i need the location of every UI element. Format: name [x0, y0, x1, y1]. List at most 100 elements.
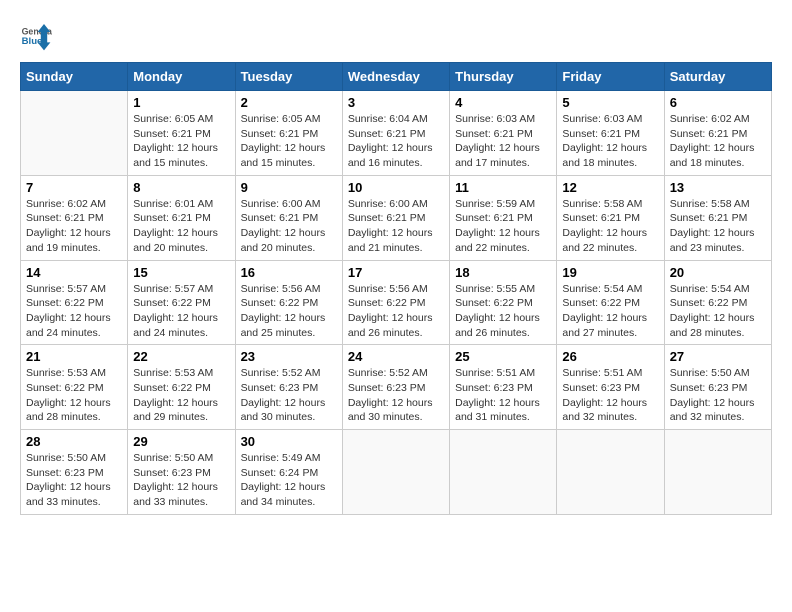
calendar-week-4: 21 Sunrise: 5:53 AMSunset: 6:22 PMDayligh… [21, 345, 772, 430]
day-number: 30 [241, 434, 337, 449]
page-header: General Blue [20, 20, 772, 52]
day-info: Sunrise: 5:55 AMSunset: 6:22 PMDaylight:… [455, 282, 551, 341]
calendar-cell: 7Sunrise: 6:02 AMSunset: 6:21 PMDaylight… [21, 175, 128, 260]
weekday-header-sunday: Sunday [21, 63, 128, 91]
calendar-cell: 1Sunrise: 6:05 AMSunset: 6:21 PMDaylight… [128, 91, 235, 176]
day-number: 21 [26, 349, 122, 364]
day-number: 4 [455, 95, 551, 110]
calendar-cell: 24Sunrise: 5:52 AMSunset: 6:23 PMDayligh… [342, 345, 449, 430]
day-number: 2 [241, 95, 337, 110]
calendar-cell: 3 Sunrise: 6:04 AMSunset: 6:21 PMDaylight… [342, 91, 449, 176]
calendar-cell: 26Sunrise: 5:51 AMSunset: 6:23 PMDayligh… [557, 345, 664, 430]
day-number: 23 [241, 349, 337, 364]
calendar-cell: 21 Sunrise: 5:53 AMSunset: 6:22 PMDayligh… [21, 345, 128, 430]
day-info: Sunrise: 5:59 AMSunset: 6:21 PMDaylight:… [455, 197, 551, 256]
day-number: 18 [455, 265, 551, 280]
day-info: Sunrise: 5:50 AMSunset: 6:23 PMDaylight:… [26, 451, 122, 510]
day-info: Sunrise: 5:53 AMSunset: 6:22 PMDaylight:… [26, 366, 122, 425]
calendar-cell: 9Sunrise: 6:00 AMSunset: 6:21 PMDaylight… [235, 175, 342, 260]
calendar-cell: 5 Sunrise: 6:03 AMSunset: 6:21 PMDaylight… [557, 91, 664, 176]
day-info: Sunrise: 5:52 AMSunset: 6:23 PMDaylight:… [241, 366, 337, 425]
weekday-header-wednesday: Wednesday [342, 63, 449, 91]
calendar-cell: 13 Sunrise: 5:58 AMSunset: 6:21 PMDayligh… [664, 175, 771, 260]
calendar-cell: 25 Sunrise: 5:51 AMSunset: 6:23 PMDayligh… [450, 345, 557, 430]
calendar-cell: 12 Sunrise: 5:58 AMSunset: 6:21 PMDayligh… [557, 175, 664, 260]
calendar-cell: 8 Sunrise: 6:01 AMSunset: 6:21 PMDaylight… [128, 175, 235, 260]
day-number: 15 [133, 265, 229, 280]
calendar-cell [21, 91, 128, 176]
day-info: Sunrise: 5:50 AMSunset: 6:23 PMDaylight:… [133, 451, 229, 510]
day-info: Sunrise: 6:05 AMSunset: 6:21 PMDaylight:… [241, 112, 337, 171]
day-info: Sunrise: 6:04 AMSunset: 6:21 PMDaylight:… [348, 112, 444, 171]
day-info: Sunrise: 6:00 AMSunset: 6:21 PMDaylight:… [241, 197, 337, 256]
calendar-cell: 14 Sunrise: 5:57 AMSunset: 6:22 PMDayligh… [21, 260, 128, 345]
calendar-cell: 18 Sunrise: 5:55 AMSunset: 6:22 PMDayligh… [450, 260, 557, 345]
weekday-header-saturday: Saturday [664, 63, 771, 91]
day-number: 17 [348, 265, 444, 280]
day-info: Sunrise: 5:56 AMSunset: 6:22 PMDaylight:… [241, 282, 337, 341]
day-number: 26 [562, 349, 658, 364]
day-number: 27 [670, 349, 766, 364]
day-info: Sunrise: 5:57 AMSunset: 6:22 PMDaylight:… [26, 282, 122, 341]
calendar-cell: 20 Sunrise: 5:54 AMSunset: 6:22 PMDayligh… [664, 260, 771, 345]
calendar-cell: 17Sunrise: 5:56 AMSunset: 6:22 PMDayligh… [342, 260, 449, 345]
weekday-header-monday: Monday [128, 63, 235, 91]
day-info: Sunrise: 5:50 AMSunset: 6:23 PMDaylight:… [670, 366, 766, 425]
day-info: Sunrise: 5:54 AMSunset: 6:22 PMDaylight:… [562, 282, 658, 341]
day-number: 5 [562, 95, 658, 110]
day-number: 16 [241, 265, 337, 280]
calendar-cell: 10 Sunrise: 6:00 AMSunset: 6:21 PMDayligh… [342, 175, 449, 260]
day-info: Sunrise: 6:03 AMSunset: 6:21 PMDaylight:… [562, 112, 658, 171]
day-info: Sunrise: 6:02 AMSunset: 6:21 PMDaylight:… [670, 112, 766, 171]
logo: General Blue [20, 20, 52, 52]
day-number: 6 [670, 95, 766, 110]
calendar-week-3: 14 Sunrise: 5:57 AMSunset: 6:22 PMDayligh… [21, 260, 772, 345]
day-number: 28 [26, 434, 122, 449]
day-number: 20 [670, 265, 766, 280]
calendar-body: 1Sunrise: 6:05 AMSunset: 6:21 PMDaylight… [21, 91, 772, 515]
calendar-week-5: 28 Sunrise: 5:50 AMSunset: 6:23 PMDayligh… [21, 430, 772, 515]
calendar-week-2: 7Sunrise: 6:02 AMSunset: 6:21 PMDaylight… [21, 175, 772, 260]
calendar-cell [342, 430, 449, 515]
svg-text:Blue: Blue [22, 36, 43, 47]
calendar-cell: 15 Sunrise: 5:57 AMSunset: 6:22 PMDayligh… [128, 260, 235, 345]
calendar-cell: 16 Sunrise: 5:56 AMSunset: 6:22 PMDayligh… [235, 260, 342, 345]
calendar-cell [557, 430, 664, 515]
day-number: 8 [133, 180, 229, 195]
day-number: 24 [348, 349, 444, 364]
day-info: Sunrise: 6:02 AMSunset: 6:21 PMDaylight:… [26, 197, 122, 256]
day-number: 13 [670, 180, 766, 195]
day-info: Sunrise: 5:51 AMSunset: 6:23 PMDaylight:… [455, 366, 551, 425]
day-number: 11 [455, 180, 551, 195]
calendar-cell: 29 Sunrise: 5:50 AMSunset: 6:23 PMDayligh… [128, 430, 235, 515]
day-number: 22 [133, 349, 229, 364]
calendar-week-1: 1Sunrise: 6:05 AMSunset: 6:21 PMDaylight… [21, 91, 772, 176]
weekday-header-thursday: Thursday [450, 63, 557, 91]
calendar-cell: 30 Sunrise: 5:49 AMSunset: 6:24 PMDayligh… [235, 430, 342, 515]
calendar-header: SundayMondayTuesdayWednesdayThursdayFrid… [21, 63, 772, 91]
calendar-cell: 4 Sunrise: 6:03 AMSunset: 6:21 PMDaylight… [450, 91, 557, 176]
calendar-cell: 6 Sunrise: 6:02 AMSunset: 6:21 PMDaylight… [664, 91, 771, 176]
day-number: 29 [133, 434, 229, 449]
calendar-cell [450, 430, 557, 515]
day-number: 12 [562, 180, 658, 195]
calendar-cell: 22Sunrise: 5:53 AMSunset: 6:22 PMDayligh… [128, 345, 235, 430]
day-number: 10 [348, 180, 444, 195]
calendar-cell: 28 Sunrise: 5:50 AMSunset: 6:23 PMDayligh… [21, 430, 128, 515]
day-number: 19 [562, 265, 658, 280]
day-info: Sunrise: 5:57 AMSunset: 6:22 PMDaylight:… [133, 282, 229, 341]
calendar-cell: 2 Sunrise: 6:05 AMSunset: 6:21 PMDaylight… [235, 91, 342, 176]
calendar-cell: 19 Sunrise: 5:54 AMSunset: 6:22 PMDayligh… [557, 260, 664, 345]
day-info: Sunrise: 6:01 AMSunset: 6:21 PMDaylight:… [133, 197, 229, 256]
day-info: Sunrise: 6:00 AMSunset: 6:21 PMDaylight:… [348, 197, 444, 256]
day-info: Sunrise: 6:05 AMSunset: 6:21 PMDaylight:… [133, 112, 229, 171]
day-info: Sunrise: 5:58 AMSunset: 6:21 PMDaylight:… [670, 197, 766, 256]
day-info: Sunrise: 5:54 AMSunset: 6:22 PMDaylight:… [670, 282, 766, 341]
day-info: Sunrise: 5:58 AMSunset: 6:21 PMDaylight:… [562, 197, 658, 256]
day-number: 25 [455, 349, 551, 364]
day-number: 14 [26, 265, 122, 280]
day-number: 3 [348, 95, 444, 110]
calendar-cell: 11 Sunrise: 5:59 AMSunset: 6:21 PMDayligh… [450, 175, 557, 260]
day-info: Sunrise: 5:49 AMSunset: 6:24 PMDaylight:… [241, 451, 337, 510]
day-info: Sunrise: 6:03 AMSunset: 6:21 PMDaylight:… [455, 112, 551, 171]
